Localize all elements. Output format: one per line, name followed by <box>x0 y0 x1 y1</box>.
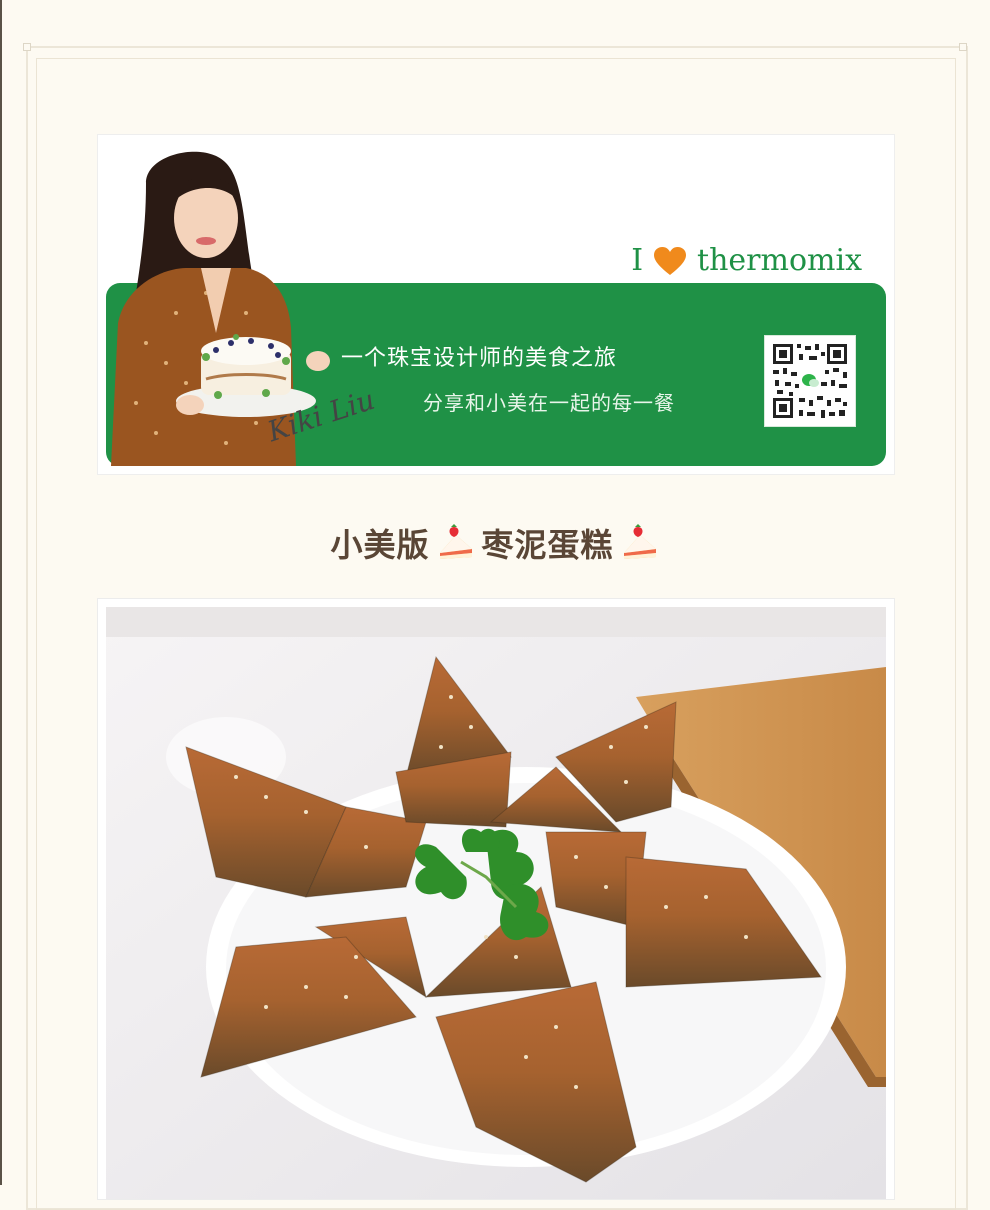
love-brand: thermomix <box>697 243 862 278</box>
strawberry-shortcake-icon <box>623 524 656 559</box>
left-edge-rule <box>0 0 2 1185</box>
wechat-qr-code-icon[interactable] <box>764 335 856 427</box>
frame-corner <box>23 43 31 51</box>
i-love-thermomix: I thermomix <box>631 243 862 278</box>
jujube-cake-photo <box>106 607 886 1199</box>
cake-photo-frame[interactable] <box>97 598 895 1200</box>
author-banner[interactable]: I thermomix 一个珠宝设计师的美食之旅 分享和小美在一起的每一餐 Ki… <box>97 134 895 475</box>
title-prefix: 小美版 <box>330 526 430 564</box>
banner-slogan-line1: 一个珠宝设计师的美食之旅 <box>341 346 618 371</box>
love-prefix: I <box>631 243 644 278</box>
article-title: 小美版 枣泥蛋糕 <box>0 520 990 566</box>
title-main: 枣泥蛋糕 <box>481 526 614 564</box>
frame-corner <box>959 43 967 51</box>
heart-icon <box>654 246 687 275</box>
banner-slogan-line2: 分享和小美在一起的每一餐 <box>423 391 675 415</box>
strawberry-shortcake-icon <box>439 524 472 559</box>
